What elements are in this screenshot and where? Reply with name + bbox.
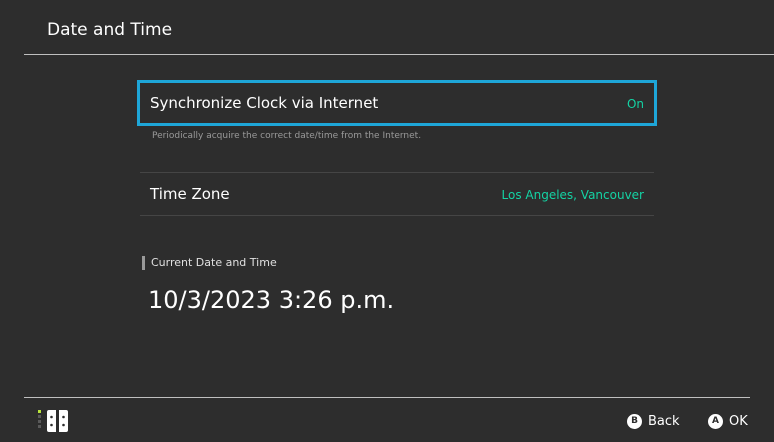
ok-label: OK xyxy=(729,413,748,429)
header-divider xyxy=(24,54,774,55)
time-zone-label: Time Zone xyxy=(150,185,230,203)
a-button-icon: A xyxy=(708,413,723,429)
divider xyxy=(140,215,654,216)
sync-clock-label: Synchronize Clock via Internet xyxy=(150,94,379,112)
sync-clock-description: Periodically acquire the correct date/ti… xyxy=(152,131,422,141)
page-title: Date and Time xyxy=(47,20,173,40)
footer-divider xyxy=(24,397,750,398)
heading-marker xyxy=(142,256,145,270)
time-zone-value: Los Angeles, Vancouver xyxy=(501,188,645,202)
ok-button[interactable]: A OK xyxy=(708,413,748,429)
b-button-icon: B xyxy=(627,413,642,429)
header: Date and Time xyxy=(0,0,774,55)
current-date-time-label: Current Date and Time xyxy=(151,256,277,269)
back-button[interactable]: B Back xyxy=(627,413,680,429)
time-zone-setting[interactable]: Time Zone Los Angeles, Vancouver xyxy=(137,173,657,215)
back-label: Back xyxy=(648,413,680,429)
sync-clock-setting[interactable]: Synchronize Clock via Internet On xyxy=(137,80,657,126)
joy-con-controller-icon xyxy=(38,410,78,432)
sync-clock-value: On xyxy=(626,97,644,111)
current-date-time-value: 10/3/2023 3:26 p.m. xyxy=(148,286,395,314)
